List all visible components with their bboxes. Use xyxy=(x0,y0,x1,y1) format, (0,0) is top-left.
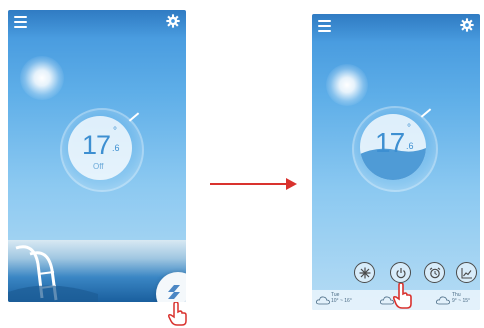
cloud-icon xyxy=(436,296,450,305)
thermostat-dial[interactable]: 17 ° .6 xyxy=(360,114,426,180)
forecast-day-1: Tue 10° ~ 16° xyxy=(331,292,352,304)
forecast-range: 9° ~ 15° xyxy=(452,298,471,304)
temperature-degree: ° xyxy=(113,126,117,137)
sun-glow xyxy=(20,56,64,100)
double-chevron-icon xyxy=(168,285,180,299)
right-screen: 17 ° .6 Tue 10° ~ 16° Thu 9° ~ 15° xyxy=(312,14,480,310)
temperature-decimal: .6 xyxy=(112,143,120,153)
transition-arrow xyxy=(210,178,297,190)
temperature-degree: ° xyxy=(407,123,411,134)
dial-handle[interactable] xyxy=(420,108,432,118)
chart-icon xyxy=(460,267,472,279)
cloud-icon xyxy=(316,296,330,305)
left-screen: 17 ° .6 Off xyxy=(8,10,186,302)
forecast-range: 10° ~ 16° xyxy=(331,298,352,304)
snowflake-icon xyxy=(359,267,370,278)
menu-icon[interactable] xyxy=(318,20,331,32)
top-bar xyxy=(8,10,186,38)
tap-hand-icon xyxy=(393,283,412,309)
gear-icon[interactable] xyxy=(460,18,474,32)
sun-glow xyxy=(326,64,368,106)
thermostat-dial[interactable]: 17 ° .6 Off xyxy=(68,116,132,180)
power-icon xyxy=(395,267,406,278)
timer-button[interactable] xyxy=(424,262,445,283)
statistics-button[interactable] xyxy=(456,262,477,283)
pool-ladder-image xyxy=(8,245,98,302)
forecast-day-2: Thu 9° ~ 15° xyxy=(452,292,470,304)
temperature-decimal: .6 xyxy=(406,141,414,151)
top-bar xyxy=(312,14,480,42)
power-status: Off xyxy=(93,162,104,171)
alarm-clock-icon xyxy=(429,267,440,278)
power-button[interactable] xyxy=(390,262,411,283)
cloud-icon xyxy=(380,296,394,305)
dial-handle[interactable] xyxy=(128,112,140,122)
temperature-value: 17 xyxy=(82,130,111,160)
tap-hand-icon xyxy=(168,302,187,326)
expand-controls-button[interactable] xyxy=(156,272,186,302)
gear-icon[interactable] xyxy=(166,14,180,28)
mode-button[interactable] xyxy=(354,262,375,283)
temperature-value: 17 xyxy=(375,127,405,158)
menu-icon[interactable] xyxy=(14,16,27,28)
